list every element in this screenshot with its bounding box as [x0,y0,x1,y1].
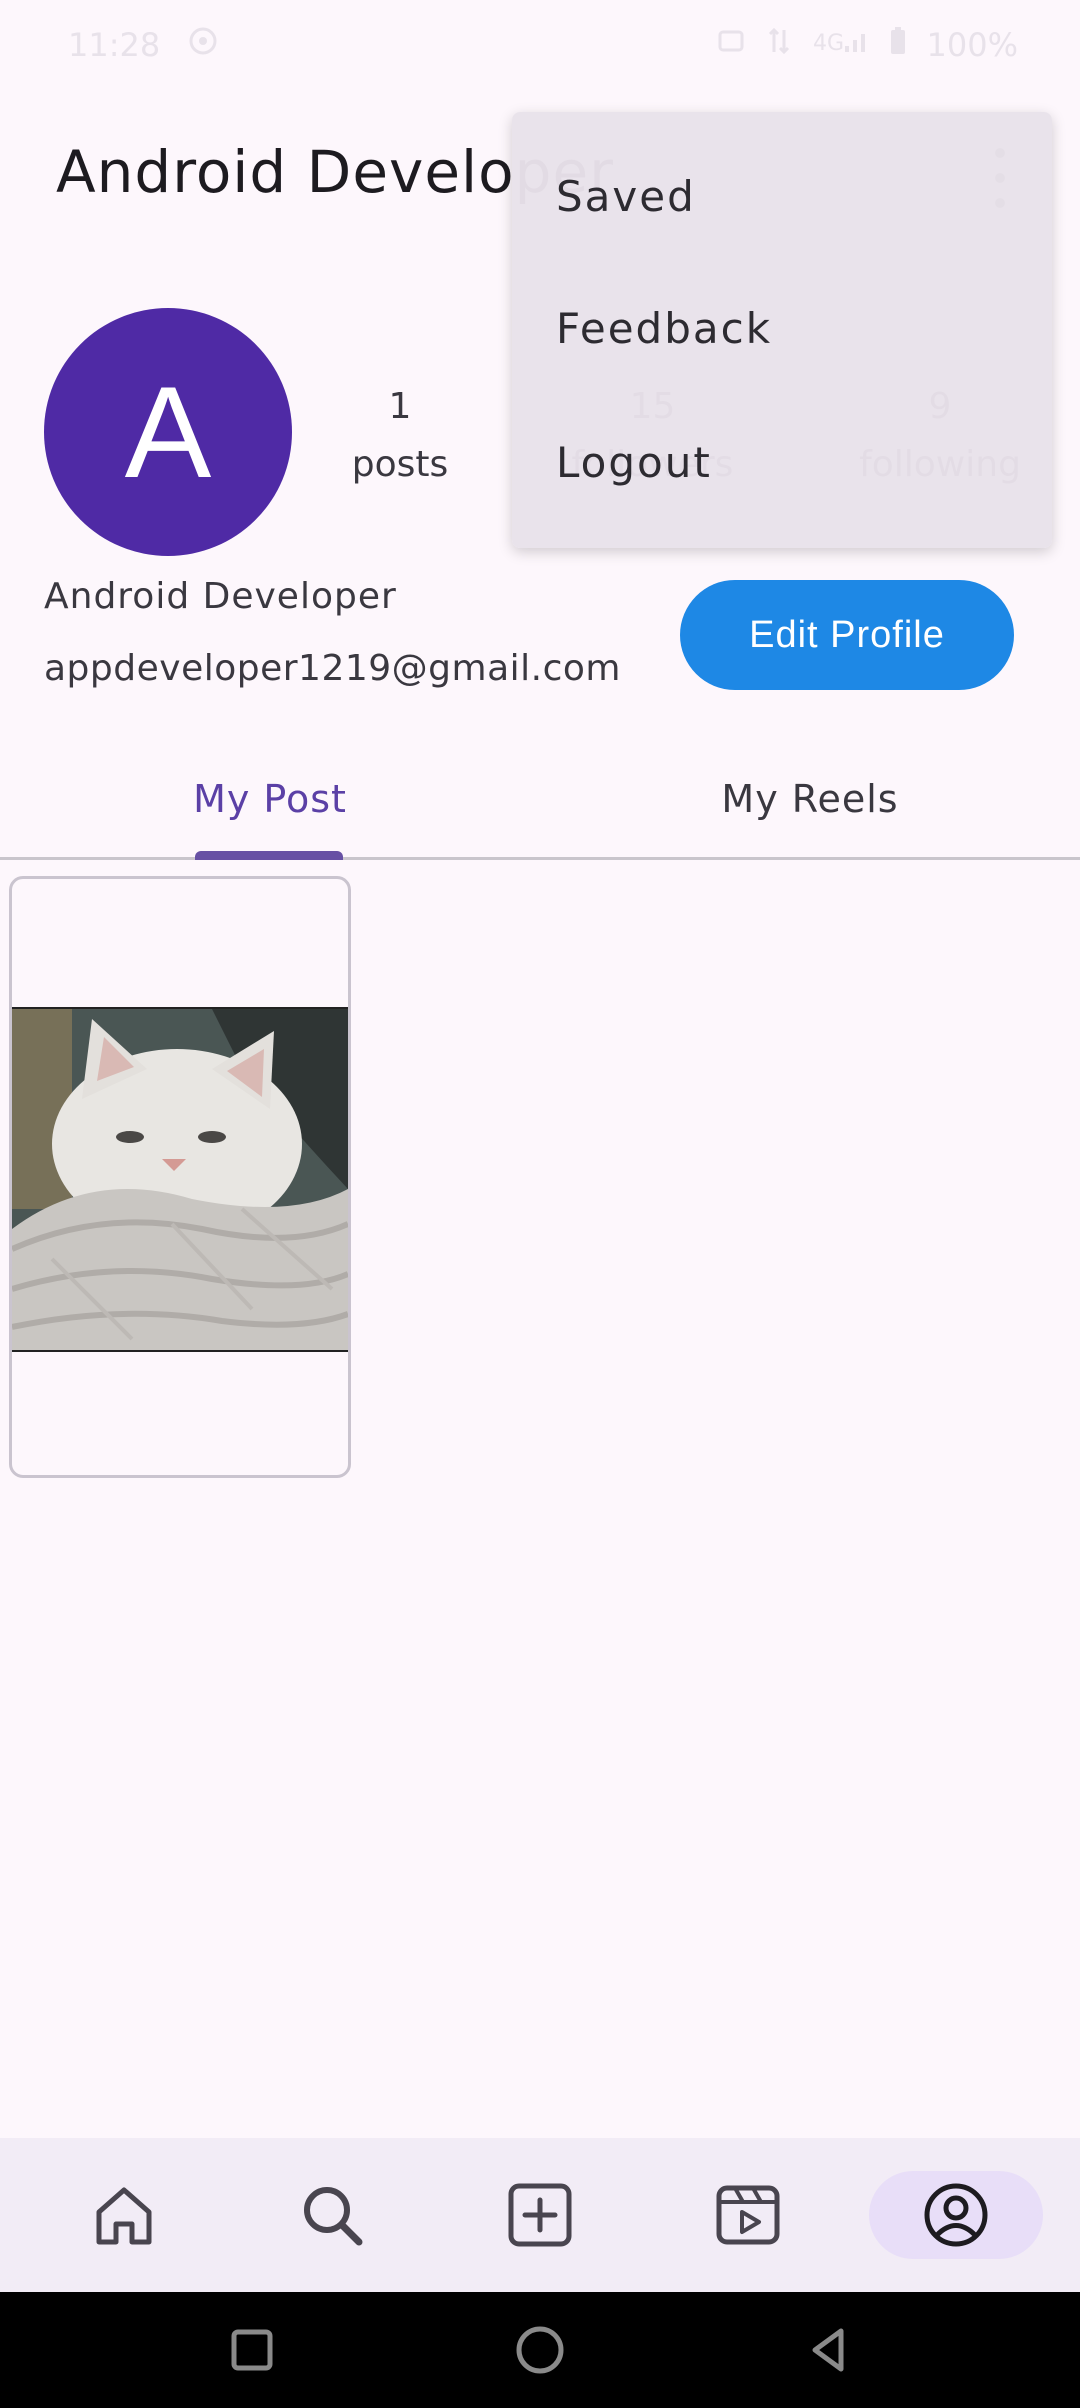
volte-icon [717,26,745,64]
tab-indicator [195,851,343,860]
tab-my-reels[interactable]: My Reels [540,740,1080,857]
tab-my-post-label: My Post [193,776,347,821]
post-image [12,1007,348,1352]
home-nav-icon[interactable] [512,2322,568,2378]
tab-my-post[interactable]: My Post [0,740,540,857]
avatar[interactable]: A [44,308,292,556]
nav-search[interactable] [245,2171,419,2259]
post-card[interactable] [9,876,351,1478]
reels-icon [716,2185,780,2245]
edit-profile-button[interactable]: Edit Profile [680,580,1014,690]
data-icon [765,26,793,64]
profile-tabs: My Post My Reels [0,740,1080,860]
nav-add-post[interactable] [453,2171,627,2259]
battery-percent: 100% [926,26,1018,64]
nav-profile[interactable] [869,2171,1043,2259]
back-icon[interactable] [803,2325,853,2375]
search-icon [304,2187,363,2246]
avatar-letter: A [124,359,212,505]
menu-item-feedback[interactable]: Feedback [556,304,772,353]
home-icon [96,2187,152,2245]
add-post-icon [508,2183,572,2247]
nav-home[interactable] [37,2171,211,2259]
posts-label: posts [351,444,449,485]
posts-stat: 1 posts [330,378,470,494]
options-menu: Saved Feedback Logout [512,112,1052,548]
status-bar: 11:28 4G 100% [0,0,1080,90]
recents-icon[interactable] [227,2325,277,2375]
profile-name: Android Developer [44,576,397,617]
bottom-nav [0,2138,1080,2292]
nav-reels[interactable] [661,2171,835,2259]
svg-text:4G: 4G [813,31,844,56]
status-time: 11:28 [68,26,161,64]
profile-icon [924,2183,988,2247]
system-nav-bar [0,2292,1080,2408]
signal-icon: 4G [813,26,869,64]
battery-icon [889,26,907,64]
menu-item-saved[interactable]: Saved [556,172,696,221]
profile-email: appdeveloper1219@gmail.com [44,648,621,689]
tab-my-reels-label: My Reels [721,776,899,821]
status-app-icon [188,26,218,64]
posts-count: 1 [388,386,412,427]
menu-item-logout[interactable]: Logout [556,438,712,487]
